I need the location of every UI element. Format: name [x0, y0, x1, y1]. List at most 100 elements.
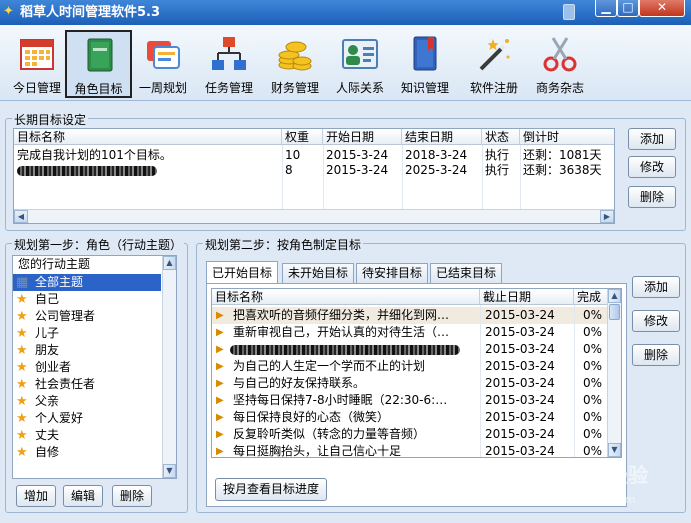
role-item-label: 父亲 [35, 394, 60, 408]
role-item[interactable]: ★ 儿子 [13, 325, 161, 342]
tab-ended-goals[interactable]: 已结束目标 [430, 263, 503, 283]
column-header[interactable]: 倒计时 [520, 129, 614, 145]
toolbar-label: 任务管理 [204, 81, 253, 95]
long-term-edit-button[interactable]: 修改 [628, 156, 676, 178]
goal-name: 反复聆听类似（转念的力量等音频） [233, 427, 426, 441]
goal-completion: 0% [583, 359, 603, 373]
role-list-header: 您的行动主题 [13, 256, 163, 273]
scroll-down-icon[interactable]: ▼ [608, 443, 621, 457]
goal-completion: 0% [583, 308, 603, 322]
role-item[interactable]: ★ 父亲 [13, 393, 161, 410]
scroll-up-icon[interactable]: ▲ [608, 289, 621, 303]
role-item[interactable]: ★ 个人爱好 [13, 410, 161, 427]
toolbar-knowledge-button[interactable]: 知识管理 [394, 31, 456, 97]
role-delete-button[interactable]: 删除 [112, 485, 152, 507]
role-item[interactable]: ★ 丈夫 [13, 427, 161, 444]
book-icon [87, 38, 112, 72]
role-goals-table[interactable]: 目标名称 截止日期 完成 ▶ 把喜欢听的音频仔细分类，并细化到网… 2015-03-… [211, 288, 622, 458]
toolbar-today-button[interactable]: 今日管理 [6, 31, 68, 97]
star-icon: ★ [16, 292, 28, 307]
table-row[interactable]: ▶ 与自己的好友保持联系。 2015-03-24 0% [212, 375, 607, 392]
toolbar-week-plan-button[interactable]: 一周规划 [135, 31, 191, 97]
role-item[interactable]: ★ 朋友 [13, 342, 161, 359]
toolbar-register-button[interactable]: 软件注册 [463, 31, 525, 97]
table-row[interactable]: ▶ 每日挺胸抬头，让自己信心十足 2015-03-24 0% [212, 443, 607, 457]
role-edit-button[interactable]: 编辑 [63, 485, 103, 507]
redacted-scribble [230, 345, 460, 355]
column-header[interactable]: 开始日期 [323, 129, 402, 145]
long-term-delete-button[interactable]: 删除 [628, 186, 676, 208]
scroll-left-icon[interactable]: ◀ [14, 210, 28, 223]
goal-completion: 0% [583, 410, 603, 424]
toolbar-label: 今日管理 [12, 81, 61, 95]
column-header[interactable]: 状态 [482, 129, 520, 145]
table-row[interactable]: 8 2015-3-24 2025-3-24 执行 还剩：3638天 [14, 162, 614, 179]
role-item[interactable]: ★ 自修 [13, 444, 161, 461]
role-item[interactable]: ★ 社会责任者 [13, 376, 161, 393]
column-header[interactable]: 完成 [574, 289, 609, 305]
toolbar-finance-button[interactable]: 财务管理 [264, 31, 326, 97]
scrollbar-thumb[interactable] [609, 304, 620, 320]
long-term-add-button[interactable]: 添加 [628, 128, 676, 150]
toolbar-tasks-button[interactable]: 任务管理 [198, 31, 260, 97]
column-header[interactable]: 权重 [282, 129, 323, 145]
tab-pending-goals[interactable]: 待安排目标 [356, 263, 429, 283]
star-icon: ★ [16, 326, 28, 341]
horizontal-scrollbar[interactable]: ◀ ▶ [14, 209, 614, 223]
goal-name [14, 162, 282, 179]
maximize-button[interactable]: □ [617, 0, 639, 17]
toolbar-label: 一周规划 [138, 81, 187, 95]
table-row[interactable]: ▶ 坚持每日保持7-8小时睡眠（22:30-6:… 2015-03-24 0% [212, 392, 607, 409]
star-icon: ★ [16, 360, 28, 375]
watermark-brand: Bai [530, 457, 568, 484]
toolbar-label: 角色目标 [74, 82, 123, 96]
vertical-scrollbar[interactable]: ▲ ▼ [162, 256, 176, 478]
toolbar-relations-button[interactable]: 人际关系 [329, 31, 391, 97]
goal-edit-button[interactable]: 修改 [632, 310, 680, 332]
close-button[interactable]: ✕ [639, 0, 685, 17]
watermark-logo-text: 经验 [608, 463, 648, 487]
role-item[interactable]: ★ 创业者 [13, 359, 161, 376]
scroll-right-icon[interactable]: ▶ [600, 210, 614, 223]
table-row[interactable]: ▶ 2015-03-24 0% [212, 341, 607, 358]
tab-unstarted-goals[interactable]: 未开始目标 [282, 263, 355, 283]
tab-started-goals[interactable]: 已开始目标 [206, 261, 279, 283]
toolbar-magazine-button[interactable]: 商务杂志 [529, 31, 591, 97]
title-bar: ✦ 稻草人时间管理软件5.3 ▁ □ ✕ [0, 0, 691, 25]
table-row[interactable]: ▶ 每日保持良好的心态（微笑） 2015-03-24 0% [212, 409, 607, 426]
role-add-button[interactable]: 增加 [16, 485, 56, 507]
column-header[interactable]: 目标名称 [14, 129, 282, 145]
scroll-down-icon[interactable]: ▼ [163, 464, 176, 478]
goal-delete-button[interactable]: 删除 [632, 344, 680, 366]
table-row[interactable]: ▶ 反复聆听类似（转念的力量等音频） 2015-03-24 0% [212, 426, 607, 443]
table-row[interactable]: ▶ 为自己的人生定一个学而不止的计划 2015-03-24 0% [212, 358, 607, 375]
column-separator [574, 305, 575, 457]
table-row[interactable]: ▶ 把喜欢听的音频仔细分类，并细化到网… 2015-03-24 0% [212, 307, 607, 324]
star-icon: ★ [16, 394, 28, 409]
goal-status: 执行 [485, 163, 510, 177]
column-header[interactable]: 目标名称 [212, 289, 480, 305]
monthly-progress-button[interactable]: 按月查看目标进度 [215, 478, 327, 501]
table-row[interactable]: ▶ 重新审视自己，开始认真的对待生活（… 2015-03-24 0% [212, 324, 607, 341]
column-header[interactable]: 结束日期 [402, 129, 482, 145]
minimize-button[interactable]: ▁ [595, 0, 617, 17]
all-topics-icon: ▦ [16, 275, 29, 290]
role-item[interactable]: ★ 公司管理者 [13, 308, 161, 325]
role-item-label: 社会责任者 [35, 377, 96, 391]
role-item[interactable]: ★ 自己 [13, 291, 161, 308]
star-icon: ★ [16, 445, 28, 460]
scroll-up-icon[interactable]: ▲ [163, 256, 176, 270]
toolbar-role-goals-button[interactable]: 角色目标 [65, 30, 132, 98]
skin-icon[interactable] [563, 4, 575, 20]
vertical-scrollbar[interactable]: ▲ ▼ [607, 289, 621, 457]
goal-add-button[interactable]: 添加 [632, 276, 680, 298]
long-term-goals-table[interactable]: 目标名称 权重 开始日期 结束日期 状态 倒计时 完成自我计划的101个目标。 … [13, 128, 615, 224]
arrow-right-icon: ▶ [216, 344, 224, 355]
column-header[interactable]: 截止日期 [480, 289, 574, 305]
arrow-right-icon: ▶ [216, 429, 224, 440]
coins-icon [278, 41, 312, 71]
arrow-right-icon: ▶ [216, 327, 224, 338]
role-item-all[interactable]: ▦ 全部主题 [13, 274, 161, 291]
role-list[interactable]: 您的行动主题 ▦ 全部主题 ★ 自己 ★ 公司管理者 ★ 儿子 ★ 朋友 ★ 创业者 ★ 社会责任者 ★ 父亲… [12, 255, 177, 479]
role-item-label: 个人爱好 [35, 411, 84, 425]
